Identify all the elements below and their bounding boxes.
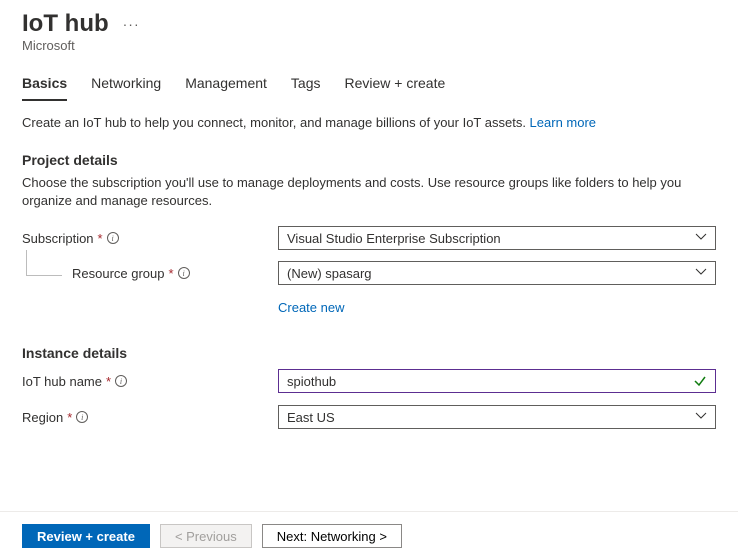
iot-hub-name-label: IoT hub name [22, 374, 102, 389]
region-value: East US [287, 410, 335, 425]
resource-group-value: (New) spasarg [287, 266, 372, 281]
tab-review-create[interactable]: Review + create [344, 75, 445, 101]
tab-tags[interactable]: Tags [291, 75, 321, 101]
footer-bar: Review + create < Previous Next: Network… [0, 511, 738, 560]
subscription-select[interactable]: Visual Studio Enterprise Subscription [278, 226, 716, 250]
chevron-down-icon [695, 233, 707, 244]
resource-group-label: Resource group [72, 266, 165, 281]
valid-check-icon [693, 374, 707, 388]
intro-copy: Create an IoT hub to help you connect, m… [22, 115, 530, 130]
project-details-heading: Project details [22, 152, 716, 168]
subscription-label: Subscription [22, 231, 94, 246]
required-marker: * [98, 231, 103, 246]
required-marker: * [106, 374, 111, 389]
tabs-bar: Basics Networking Management Tags Review… [0, 53, 738, 101]
info-icon[interactable]: i [107, 232, 119, 244]
required-marker: * [169, 266, 174, 281]
intro-text: Create an IoT hub to help you connect, m… [22, 115, 716, 130]
resource-group-select[interactable]: (New) spasarg [278, 261, 716, 285]
iot-hub-name-input-wrapper [278, 369, 716, 393]
chevron-down-icon [695, 412, 707, 423]
more-icon[interactable]: ··· [123, 16, 140, 32]
subscription-value: Visual Studio Enterprise Subscription [287, 231, 501, 246]
publisher-subtitle: Microsoft [22, 38, 738, 53]
create-new-link[interactable]: Create new [278, 300, 344, 315]
info-icon[interactable]: i [178, 267, 190, 279]
previous-button: < Previous [160, 524, 252, 548]
info-icon[interactable]: i [76, 411, 88, 423]
tab-management[interactable]: Management [185, 75, 267, 101]
chevron-down-icon [695, 268, 707, 279]
region-label: Region [22, 410, 63, 425]
project-details-desc: Choose the subscription you'll use to ma… [22, 174, 716, 210]
required-marker: * [67, 410, 72, 425]
region-select[interactable]: East US [278, 405, 716, 429]
iot-hub-name-input[interactable] [287, 374, 693, 389]
tab-networking[interactable]: Networking [91, 75, 161, 101]
hierarchy-line [26, 250, 62, 276]
next-button[interactable]: Next: Networking > [262, 524, 402, 548]
learn-more-link[interactable]: Learn more [530, 115, 596, 130]
page-title: IoT hub [22, 10, 109, 38]
instance-details-heading: Instance details [22, 345, 716, 361]
tab-basics[interactable]: Basics [22, 75, 67, 101]
review-create-button[interactable]: Review + create [22, 524, 150, 548]
info-icon[interactable]: i [115, 375, 127, 387]
